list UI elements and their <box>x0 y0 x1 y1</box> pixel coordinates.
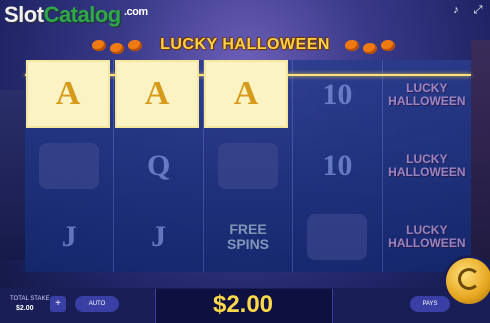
game-logo-banner: LUCKY HALLOWEEN <box>160 36 330 53</box>
haunted-house-background <box>0 90 25 260</box>
lucky-halloween-symbol: LUCKY HALLOWEEN <box>388 222 466 250</box>
tree-background <box>471 40 490 260</box>
cupcake-symbol <box>218 143 279 189</box>
free-spins-symbol: FREE SPINS <box>227 220 270 252</box>
top-icons: ♪ ⤢ <box>450 4 484 16</box>
reel-cell: J <box>25 201 113 272</box>
auto-button[interactable]: AUTO <box>75 296 119 312</box>
reel-cell <box>293 201 381 272</box>
pumpkin-icon <box>128 40 142 51</box>
pumpkin-icon <box>345 40 359 51</box>
lucky-halloween-symbol: LUCKY HALLOWEEN <box>388 81 466 109</box>
cupcake-symbol <box>307 213 368 260</box>
symbol-j: J <box>151 219 167 253</box>
reel-cell: Q <box>114 131 202 202</box>
pumpkin-icon <box>110 43 124 54</box>
spin-arrow-icon <box>458 268 480 290</box>
reel-cell: 10 <box>293 131 381 202</box>
symbol-a: A <box>233 75 259 112</box>
reel-cell: LUCKY HALLOWEEN <box>383 131 471 202</box>
win-amount: $2.00 <box>212 291 274 318</box>
increase-stake-button[interactable]: + <box>50 296 66 312</box>
reel-cell <box>25 131 113 202</box>
reel-cell: LUCKY HALLOWEEN <box>383 60 471 131</box>
reel-cell: FREE SPINS <box>204 201 292 272</box>
speaker-icon[interactable]: ♪ <box>450 4 462 16</box>
total-stake-label: TOTAL STAKE <box>10 296 50 302</box>
watermark-catalog: Catalog <box>43 2 122 27</box>
symbol-a: A <box>144 75 170 112</box>
watermark-com: .com <box>124 6 148 18</box>
winning-symbol: A <box>26 60 110 128</box>
pays-button[interactable]: PAYS <box>410 296 450 312</box>
pumpkin-icon <box>363 43 377 54</box>
symbol-a: A <box>55 75 81 112</box>
reel-cell <box>204 131 292 202</box>
winning-symbol: A <box>115 60 199 128</box>
symbol-j: J <box>61 219 77 253</box>
reel-4: 10 10 <box>292 60 382 272</box>
total-stake-value: $2.00 <box>16 305 34 312</box>
reel-cell: J <box>114 201 202 272</box>
fullscreen-icon[interactable]: ⤢ <box>472 4 484 16</box>
pumpkin-icon <box>92 40 106 51</box>
pumpkin-icon <box>381 40 395 51</box>
winning-symbol: A <box>204 60 288 128</box>
symbol-10: 10 <box>322 149 353 182</box>
reel-5: LUCKY HALLOWEEN LUCKY HALLOWEEN LUCKY HA… <box>381 60 472 272</box>
reel-cell: 10 <box>293 60 381 131</box>
lucky-halloween-symbol: LUCKY HALLOWEEN <box>388 152 466 179</box>
slotcatalog-watermark: SlotCatalog .com <box>4 2 148 28</box>
symbol-10: 10 <box>322 78 353 112</box>
game-screen: SlotCatalog .com ♪ ⤢ LUCKY HALLOWEEN J Q… <box>0 0 490 323</box>
watermark-slot: Slot <box>4 2 44 27</box>
black-cat-symbol <box>39 143 100 189</box>
symbol-q: Q <box>146 149 171 182</box>
